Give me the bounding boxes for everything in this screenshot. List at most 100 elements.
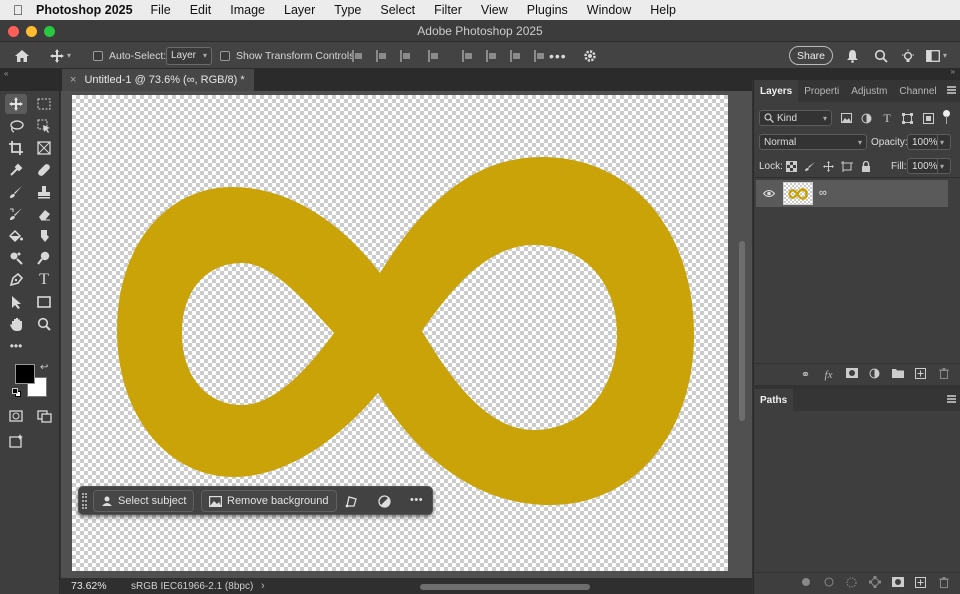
- menu-view[interactable]: View: [481, 3, 508, 17]
- trash-icon[interactable]: [932, 576, 955, 591]
- filter-pixel-layer-icon[interactable]: [840, 112, 852, 124]
- make-work-path-icon[interactable]: [863, 576, 886, 591]
- auto-select-option[interactable]: Auto-Select:: [93, 42, 166, 69]
- panel-menu-icon[interactable]: [947, 395, 956, 403]
- menu-filter[interactable]: Filter: [434, 3, 462, 17]
- filter-adjustment-layer-icon[interactable]: [860, 112, 872, 124]
- more-options-icon[interactable]: •••: [410, 494, 423, 506]
- type-tool-icon[interactable]: T: [33, 270, 55, 290]
- minimize-window-button[interactable]: [26, 26, 37, 37]
- screen-mode-icon[interactable]: [33, 406, 55, 426]
- status-menu-arrow[interactable]: ›: [261, 580, 265, 592]
- document-tab[interactable]: × Untitled-1 @ 73.6% (∞, RGB/8) *: [62, 69, 254, 91]
- path-selection-tool-icon[interactable]: [5, 292, 27, 312]
- transform-icon[interactable]: [345, 495, 358, 511]
- menu-layer[interactable]: Layer: [284, 3, 315, 17]
- opacity-slider-toggle[interactable]: ▾: [937, 134, 951, 150]
- gear-icon[interactable]: [583, 42, 597, 69]
- generative-fill-icon[interactable]: [5, 431, 27, 451]
- remove-background-button[interactable]: Remove background: [201, 490, 337, 512]
- default-colors-icon[interactable]: [12, 388, 21, 397]
- lock-artboard-icon[interactable]: [841, 160, 853, 172]
- layer-row[interactable]: ∞: [756, 180, 948, 207]
- lock-position-icon[interactable]: [822, 160, 834, 172]
- tab-layers[interactable]: Layers: [754, 80, 799, 102]
- zoom-window-button[interactable]: [44, 26, 55, 37]
- discover-lightbulb-icon[interactable]: [901, 42, 915, 69]
- layer-thumbnail[interactable]: [783, 182, 813, 205]
- filter-smart-object-icon[interactable]: [922, 112, 934, 124]
- rectangle-tool-icon[interactable]: [33, 292, 55, 312]
- menu-edit[interactable]: Edit: [190, 3, 212, 17]
- filter-toggle-icon[interactable]: [943, 110, 950, 124]
- close-window-button[interactable]: [8, 26, 19, 37]
- workspace-switcher-icon[interactable]: ▾: [926, 42, 947, 69]
- move-tool-icon[interactable]: [5, 94, 27, 114]
- new-layer-icon[interactable]: [909, 367, 932, 382]
- layer-name[interactable]: ∞: [819, 187, 827, 199]
- marquee-tool-icon[interactable]: [33, 94, 55, 114]
- hand-tool-icon[interactable]: [5, 314, 27, 334]
- lock-transparent-pixels-icon[interactable]: [785, 160, 797, 172]
- menu-window[interactable]: Window: [587, 3, 631, 17]
- align-top-edges-icon[interactable]: [462, 49, 472, 62]
- menu-select[interactable]: Select: [380, 3, 415, 17]
- menu-plugins[interactable]: Plugins: [527, 3, 568, 17]
- tab-paths[interactable]: Paths: [754, 389, 794, 411]
- close-document-icon[interactable]: ×: [70, 74, 76, 86]
- distribute-vertical-icon[interactable]: [534, 49, 544, 62]
- foreground-color-swatch[interactable]: [15, 364, 35, 384]
- menu-help[interactable]: Help: [650, 3, 676, 17]
- object-selection-tool-icon[interactable]: [33, 116, 55, 136]
- search-icon[interactable]: [874, 42, 888, 69]
- apple-menu-icon[interactable]: : [0, 2, 36, 18]
- clone-stamp-tool-icon[interactable]: [33, 182, 55, 202]
- layer-filter-kind-dropdown[interactable]: Kind ▾: [759, 110, 832, 126]
- history-brush-tool-icon[interactable]: [5, 204, 27, 224]
- align-right-edges-icon[interactable]: [400, 49, 410, 62]
- fill-slider-toggle[interactable]: ▾: [937, 158, 951, 174]
- adjustment-circle-icon[interactable]: [378, 495, 391, 511]
- blur-tool-icon[interactable]: [33, 248, 55, 268]
- menu-type[interactable]: Type: [334, 3, 361, 17]
- swap-colors-icon[interactable]: ↩: [40, 362, 48, 373]
- zoom-level[interactable]: 73.62%: [71, 580, 107, 592]
- home-icon[interactable]: [14, 42, 30, 69]
- new-group-folder-icon[interactable]: [886, 368, 909, 381]
- auto-select-target-dropdown[interactable]: Layer ▾: [166, 46, 212, 65]
- collapse-toolbar-icon[interactable]: «: [4, 69, 8, 78]
- opacity-input[interactable]: 100%: [907, 134, 938, 150]
- dodge-tool-icon[interactable]: [5, 248, 27, 268]
- crop-tool-icon[interactable]: [5, 138, 27, 158]
- link-layers-icon[interactable]: ⚭: [794, 368, 817, 381]
- smudge-tool-icon[interactable]: [33, 226, 55, 246]
- brush-tool-icon[interactable]: [5, 182, 27, 202]
- add-layer-style-icon[interactable]: fx: [817, 369, 840, 381]
- zoom-tool-icon[interactable]: [33, 314, 55, 334]
- edit-toolbar-more-icon[interactable]: •••: [5, 336, 27, 356]
- notifications-bell-icon[interactable]: [846, 42, 859, 69]
- eyedropper-tool-icon[interactable]: [5, 160, 27, 180]
- trash-icon[interactable]: [932, 367, 955, 382]
- load-path-as-selection-icon[interactable]: [840, 577, 863, 591]
- frame-tool-icon[interactable]: [33, 138, 55, 158]
- align-left-edges-icon[interactable]: [352, 49, 362, 62]
- new-adjustment-layer-icon[interactable]: [863, 368, 886, 382]
- filter-type-layer-icon[interactable]: T: [881, 111, 893, 125]
- share-button[interactable]: Share: [789, 46, 833, 65]
- new-path-icon[interactable]: [909, 576, 932, 591]
- blend-mode-dropdown[interactable]: Normal ▾: [759, 134, 867, 150]
- panel-menu-icon[interactable]: [947, 86, 956, 94]
- add-mask-icon[interactable]: [886, 577, 909, 590]
- tab-adjustments[interactable]: Adjustm: [845, 80, 893, 102]
- menu-file[interactable]: File: [151, 3, 171, 17]
- add-mask-icon[interactable]: [840, 368, 863, 381]
- lock-image-pixels-icon[interactable]: [804, 160, 816, 172]
- align-vertical-centers-icon[interactable]: [486, 49, 496, 62]
- lock-all-icon[interactable]: [860, 160, 872, 172]
- fill-input[interactable]: 100%: [907, 158, 938, 174]
- eye-icon[interactable]: [762, 189, 776, 201]
- align-horizontal-centers-icon[interactable]: [376, 49, 386, 62]
- filter-shape-layer-icon[interactable]: [901, 112, 913, 124]
- paint-bucket-tool-icon[interactable]: [5, 226, 27, 246]
